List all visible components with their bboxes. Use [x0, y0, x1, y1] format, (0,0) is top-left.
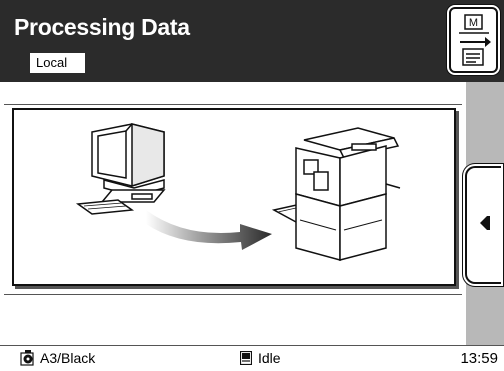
paper-status: A3/Black: [20, 350, 95, 366]
side-panel-toggle[interactable]: [465, 166, 501, 284]
illustration-panel: [12, 108, 456, 286]
svg-text:M: M: [469, 17, 478, 29]
screen: Processing Data Local M A3/Black Idle 13…: [0, 0, 504, 371]
printer-icon: [271, 127, 401, 261]
collapse-bar-icon: [487, 216, 490, 230]
transfer-arrow-icon: [146, 210, 272, 250]
printer-drum-icon: [20, 350, 34, 366]
machine-state: Idle: [240, 350, 281, 366]
location-tag: Local: [30, 53, 85, 73]
header-bar: Processing Data Local M: [0, 0, 504, 82]
message-row-divider: [4, 294, 462, 295]
machine-state-text: Idle: [258, 350, 281, 366]
message-row-top: [4, 83, 462, 105]
transfer-illustration: [75, 123, 401, 261]
m-arrow-doc-icon: M: [459, 14, 491, 66]
mode-button[interactable]: M: [449, 7, 498, 73]
memory-icon: [240, 351, 252, 365]
page-title: Processing Data: [14, 14, 190, 40]
paper-status-text: A3/Black: [40, 350, 96, 366]
collapse-left-icon: [480, 216, 487, 230]
status-bar: A3/Black Idle 13:59: [0, 346, 504, 371]
computer-icon: [75, 123, 166, 215]
clock: 13:59: [460, 350, 498, 367]
